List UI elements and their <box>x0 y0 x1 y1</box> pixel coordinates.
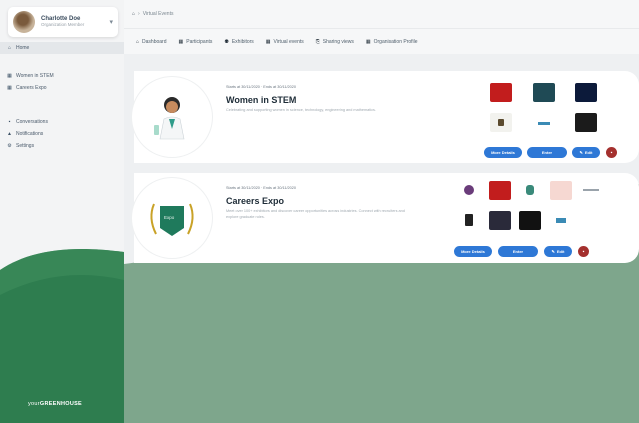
sidebar-item-label: Notifications <box>16 131 44 137</box>
edit-label: Edit <box>584 150 593 155</box>
home-icon[interactable]: ⌂ <box>132 11 135 17</box>
gear-icon: ⚙ <box>7 143 12 149</box>
main-content: Starts at 30/11/2020 · Ends at 30/11/202… <box>124 54 639 423</box>
sidebar-item-label: Women in STEM <box>16 73 54 79</box>
event-card-women-in-stem: Starts at 30/11/2020 · Ends at 30/11/202… <box>132 71 639 163</box>
more-details-button[interactable]: More Details <box>454 246 492 257</box>
avatar <box>13 11 35 33</box>
sponsor-logo[interactable] <box>550 181 572 200</box>
grid-icon: ▦ <box>178 38 184 45</box>
tab-label: Sharing views <box>322 38 354 45</box>
delete-button[interactable]: ▪ <box>606 147 617 158</box>
tab-participants[interactable]: ▦ Participants <box>179 39 213 45</box>
trash-icon: ▪ <box>582 248 585 255</box>
pencil-icon: ✎ <box>551 249 555 254</box>
grid-icon: ▦ <box>265 38 271 45</box>
event-date: Starts at 30/11/2020 · Ends at 30/11/202… <box>226 85 296 89</box>
sidebar-item-women-in-stem[interactable]: ▦ Women in STEM <box>0 70 124 82</box>
users-icon: ⚉ <box>224 38 229 45</box>
sidebar: Charlotte Doe Organization Member ▾ ⌂ Ho… <box>0 0 124 423</box>
tab-label: Dashboard <box>142 38 167 45</box>
chevron-down-icon[interactable]: ▾ <box>109 18 113 26</box>
event-description: Meet over 100+ exhibitors and discover c… <box>226 209 405 219</box>
enter-button[interactable]: Enter <box>527 147 567 158</box>
event-badge-text: Expo <box>164 215 175 220</box>
event-description: Celebrating and supporting women in scie… <box>226 108 376 112</box>
home-icon: ⌂ <box>136 38 140 45</box>
sponsor-logo[interactable] <box>458 211 480 230</box>
chat-icon: ▪ <box>8 119 11 125</box>
sponsor-logo[interactable] <box>575 83 597 102</box>
event-image-frame <box>132 77 212 157</box>
breadcrumb-separator: › <box>138 11 140 17</box>
tab-label: Virtual events <box>273 38 304 45</box>
sidebar-item-settings[interactable]: ⚙ Settings <box>0 140 124 152</box>
pencil-icon: ✎ <box>579 150 583 155</box>
tab-dashboard[interactable]: ⌂ Dashboard <box>136 39 167 45</box>
edit-button[interactable]: ✎ Edit <box>572 147 600 158</box>
event-title: Women in STEM <box>226 95 297 105</box>
sponsor-logo[interactable] <box>519 181 541 200</box>
share-icon: ⎘ <box>315 38 320 45</box>
sidebar-item-notifications[interactable]: ▲ Notifications <box>0 128 124 140</box>
scientist-illustration <box>154 97 185 140</box>
tab-label: Organisation Profile <box>373 38 418 45</box>
user-subtitle: Organization Member <box>41 21 85 27</box>
sponsor-logo[interactable] <box>490 113 512 132</box>
event-date: Starts at 30/11/2020 · Ends at 30/11/202… <box>226 186 296 190</box>
sidebar-item-careers-expo[interactable]: ▦ Careers Expo <box>0 82 124 94</box>
bell-icon: ▲ <box>7 131 12 137</box>
sponsor-logo[interactable] <box>489 211 511 230</box>
tab-organisation-profile[interactable]: ▦ Organisation Profile <box>366 39 418 45</box>
sidebar-item-conversations[interactable]: ▪ Conversations <box>0 116 124 128</box>
sponsor-logo[interactable] <box>490 83 512 102</box>
sponsor-logo[interactable] <box>533 113 555 132</box>
breadcrumb: ⌂ › Virtual Events <box>124 0 639 28</box>
sponsor-logo[interactable] <box>580 181 602 200</box>
grid-icon: ▦ <box>365 38 371 45</box>
delete-button[interactable]: ▪ <box>578 246 589 257</box>
sidebar-item-label: Settings <box>16 143 35 149</box>
sponsor-logo[interactable] <box>533 83 555 102</box>
event-title: Careers Expo <box>226 196 285 206</box>
breadcrumb-current: Virtual Events <box>142 11 174 17</box>
tab-label: Exhibitors <box>231 38 254 45</box>
tab-exhibitors[interactable]: ⚉ Exhibitors <box>224 39 253 45</box>
sidebar-item-label: Conversations <box>16 119 48 125</box>
brand-logo: yourGREENHOUSE <box>28 401 82 407</box>
more-details-button[interactable]: More Details <box>484 147 522 158</box>
tab-sharing-views[interactable]: ⎘ Sharing views <box>316 39 354 45</box>
enter-button[interactable]: Enter <box>498 246 538 257</box>
edit-button[interactable]: ✎ Edit <box>544 246 572 257</box>
grid-icon: ▦ <box>7 85 12 91</box>
trash-icon: ▪ <box>610 149 613 156</box>
event-card-careers-expo: Expo Starts at 30/11/2020 · Ends at 30/1… <box>132 173 639 263</box>
sidebar-item-label: Home <box>16 45 30 51</box>
home-icon: ⌂ <box>7 45 12 51</box>
brand-name: GREENHOUSE <box>39 401 83 407</box>
brand-prefix: your <box>28 401 40 407</box>
sponsor-logo[interactable] <box>458 181 480 200</box>
tab-virtual-events[interactable]: ▦ Virtual events <box>266 39 304 45</box>
sidebar-wave-decoration <box>0 249 124 423</box>
grid-icon: ▦ <box>7 73 12 79</box>
sponsor-logo[interactable] <box>550 211 572 230</box>
sponsor-logo[interactable] <box>575 113 597 132</box>
sponsor-logo[interactable] <box>489 181 511 200</box>
tab-label: Participants <box>186 38 213 45</box>
top-nav-tabs: ⌂ Dashboard ▦ Participants ⚉ Exhibitors ▦ Vi… <box>124 28 639 54</box>
edit-label: Edit <box>556 249 565 254</box>
sponsor-logo[interactable] <box>519 211 541 230</box>
sidebar-item-label: Careers Expo <box>16 85 47 91</box>
sidebar-item-home[interactable]: ⌂ Home <box>0 42 124 54</box>
user-switcher[interactable]: Charlotte Doe Organization Member ▾ <box>8 7 118 37</box>
event-image-frame: Expo <box>132 178 212 258</box>
